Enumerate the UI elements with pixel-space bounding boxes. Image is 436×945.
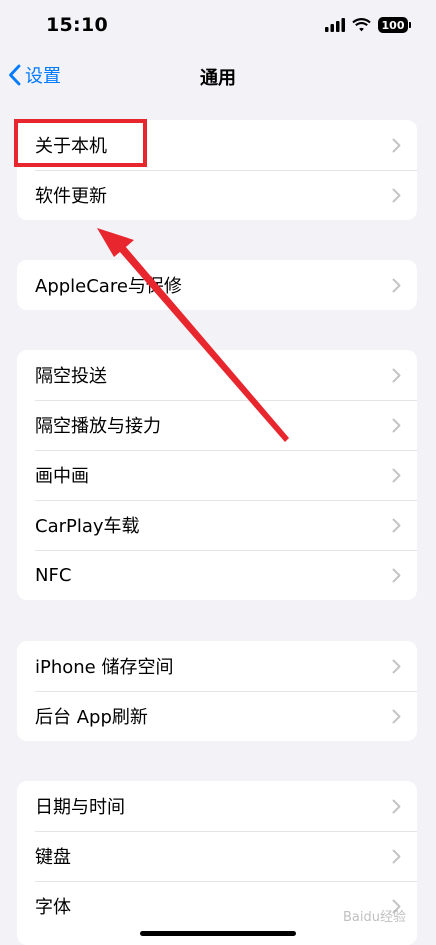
row-software-update[interactable]: 软件更新 bbox=[17, 170, 417, 220]
row-airdrop[interactable]: 隔空投送 bbox=[17, 350, 417, 400]
row-carplay[interactable]: CarPlay车载 bbox=[17, 500, 417, 550]
settings-group-connectivity: 隔空投送 隔空播放与接力 画中画 CarPlay车载 NFC bbox=[17, 350, 417, 600]
cellular-signal-icon bbox=[325, 18, 345, 32]
chevron-right-icon bbox=[392, 188, 401, 203]
row-label: 软件更新 bbox=[35, 186, 107, 207]
row-nfc[interactable]: NFC bbox=[17, 550, 417, 600]
navigation-bar: 设置 通用 bbox=[0, 52, 436, 98]
chevron-right-icon bbox=[392, 138, 401, 153]
chevron-right-icon bbox=[392, 418, 401, 433]
highlight-box bbox=[14, 119, 147, 167]
row-label: 后台 App刷新 bbox=[35, 707, 148, 728]
row-label: 隔空播放与接力 bbox=[35, 416, 161, 437]
row-label: 字体 bbox=[35, 897, 71, 918]
row-label: iPhone 储存空间 bbox=[35, 657, 174, 678]
row-applecare[interactable]: AppleCare与保修 bbox=[17, 260, 417, 310]
row-background-app-refresh[interactable]: 后台 App刷新 bbox=[17, 691, 417, 741]
row-label: 键盘 bbox=[35, 847, 71, 868]
chevron-right-icon bbox=[392, 568, 401, 583]
row-iphone-storage[interactable]: iPhone 储存空间 bbox=[17, 641, 417, 691]
chevron-right-icon bbox=[392, 368, 401, 383]
battery-level: 100 bbox=[381, 18, 405, 32]
chevron-right-icon bbox=[392, 849, 401, 864]
wifi-icon bbox=[352, 18, 371, 32]
row-label: AppleCare与保修 bbox=[35, 276, 182, 297]
chevron-right-icon bbox=[392, 278, 401, 293]
status-time: 15:10 bbox=[46, 14, 108, 36]
row-label: 日期与时间 bbox=[35, 797, 125, 818]
row-keyboard[interactable]: 键盘 bbox=[17, 831, 417, 881]
status-icons: 100 bbox=[325, 17, 411, 33]
row-label: CarPlay车载 bbox=[35, 516, 140, 537]
chevron-right-icon bbox=[392, 659, 401, 674]
row-label: NFC bbox=[35, 564, 72, 586]
home-indicator bbox=[140, 931, 296, 936]
settings-group-applecare: AppleCare与保修 bbox=[17, 260, 417, 310]
chevron-right-icon bbox=[392, 518, 401, 533]
row-date-time[interactable]: 日期与时间 bbox=[17, 781, 417, 831]
status-bar: 15:10 100 bbox=[0, 0, 436, 52]
row-label: 隔空投送 bbox=[35, 366, 107, 387]
settings-group-storage: iPhone 储存空间 后台 App刷新 bbox=[17, 641, 417, 741]
chevron-right-icon bbox=[392, 799, 401, 814]
battery-icon: 100 bbox=[378, 17, 411, 33]
page-title: 通用 bbox=[200, 68, 236, 89]
chevron-right-icon bbox=[392, 709, 401, 724]
row-airplay-handoff[interactable]: 隔空播放与接力 bbox=[17, 400, 417, 450]
row-label: 画中画 bbox=[35, 466, 89, 487]
chevron-right-icon bbox=[392, 468, 401, 483]
watermark: Baidu经验 bbox=[343, 910, 406, 925]
row-picture-in-picture[interactable]: 画中画 bbox=[17, 450, 417, 500]
